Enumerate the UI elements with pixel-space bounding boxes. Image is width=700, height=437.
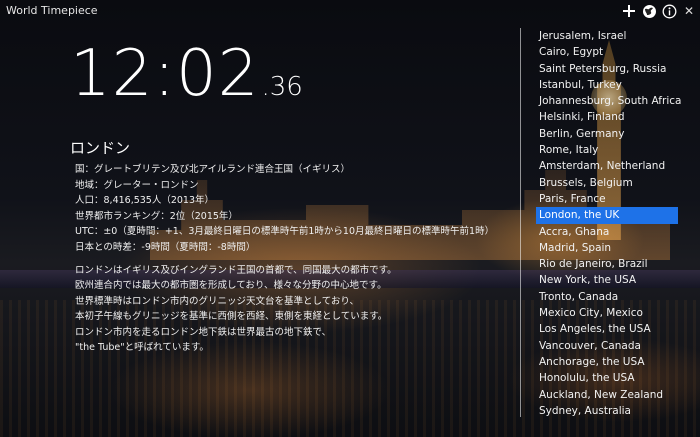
clock-seconds: .36 <box>261 72 303 102</box>
city-list-item[interactable]: Saint Petersburg, Russia <box>536 61 678 77</box>
clock-hours-minutes: 12:02 <box>70 37 260 111</box>
city-list-item[interactable]: Mexico City, Mexico <box>536 305 678 321</box>
city-title: ロンドン <box>70 139 131 157</box>
city-list-item[interactable]: Istanbul, Turkey <box>536 77 678 93</box>
city-list-item[interactable]: Honolulu, the USA <box>536 370 678 386</box>
city-description: ロンドンはイギリス及びイングランド王国の首都で、同国最大の都市です。 欧州連合内… <box>75 263 397 355</box>
close-icon: ✕ <box>683 4 695 18</box>
city-list-item[interactable]: Tronto, Canada <box>536 289 678 305</box>
city-list-item[interactable]: Cairo, Egypt <box>536 44 678 60</box>
fact-utc: UTC：±0（夏時間：+1、3月最終日曜日の標準時午前1時から10月最終日曜日の… <box>75 226 495 237</box>
city-list-item[interactable]: Rio de Janeiro, Brazil <box>536 256 678 272</box>
description-line: 欧州連合内では最大の都市圏を形成しており、様々な分野の中心地です。 <box>75 280 387 292</box>
title-bar: World Timepiece ✕ <box>0 0 700 22</box>
city-list-item[interactable]: Brussels, Belgium <box>536 175 678 191</box>
globe-icon <box>642 4 656 18</box>
city-list-item[interactable]: Auckland, New Zealand <box>536 387 678 403</box>
city-list-item[interactable]: Vancouver, Canada <box>536 338 678 354</box>
list-divider <box>520 28 521 417</box>
city-list-item[interactable]: London, the UK <box>536 207 678 224</box>
fact-ranking: 世界都市ランキング：2位（2015年） <box>75 210 238 222</box>
description-line: 本初子午線もグリニッジを基準に西側を西経、東側を東経としています。 <box>75 311 388 323</box>
fact-country: 国：グレートブリテン及び北アイルランド連合王国（イギリス） <box>75 164 351 175</box>
close-button[interactable]: ✕ <box>682 3 696 19</box>
city-list-item[interactable]: Berlin, Germany <box>536 126 678 142</box>
description-line: ロンドン市内を走るロンドン地下鉄は世界最古の地下鉄で、 <box>75 326 332 338</box>
city-list-item[interactable]: Sydney, Australia <box>536 403 678 419</box>
city-list-item[interactable]: Rome, Italy <box>536 142 678 158</box>
globe-button[interactable] <box>641 3 657 19</box>
city-list-item[interactable]: Accra, Ghana <box>536 224 678 240</box>
fact-region: 地域：グレーター・ロンドン <box>75 179 199 191</box>
city-list: Jerusalem, Israel Cairo, Egypt Saint Pet… <box>536 28 681 419</box>
info-icon <box>662 4 676 18</box>
city-list-item[interactable]: New York, the USA <box>536 272 678 288</box>
city-list-item[interactable]: Helsinki, Finland <box>536 109 678 125</box>
city-list-item[interactable]: Johannesburg, South Africa <box>536 93 681 109</box>
city-list-item[interactable]: Amsterdam, Netherland <box>536 158 678 174</box>
plus-icon <box>623 5 635 17</box>
fact-time-difference: 日本との時差：-9時間（夏時間：-8時間） <box>75 241 256 253</box>
app-title: World Timepiece <box>6 4 98 17</box>
city-facts: 国：グレートブリテン及び北アイルランド連合王国（イギリス） 地域：グレーター・ロ… <box>75 162 494 255</box>
fact-population: 人口：8,416,535人（2013年） <box>75 195 215 206</box>
description-line: "the Tube"と呼ばれています。 <box>75 342 209 354</box>
city-list-item[interactable]: Jerusalem, Israel <box>536 28 678 44</box>
clock-display: 12:02.36 <box>70 42 303 106</box>
description-line: 世界標準時はロンドン市内のグリニッジ天文台を基準としており、 <box>75 295 360 307</box>
description-line: ロンドンはイギリス及びイングランド王国の首都で、同国最大の都市です。 <box>75 265 397 276</box>
city-list-item[interactable]: Paris, France <box>536 191 678 207</box>
city-list-item[interactable]: Los Angeles, the USA <box>536 321 678 337</box>
info-button[interactable] <box>661 3 677 19</box>
city-list-item[interactable]: Madrid, Spain <box>536 240 678 256</box>
city-list-item[interactable]: Anchorage, the USA <box>536 354 678 370</box>
add-city-button[interactable] <box>621 3 637 19</box>
